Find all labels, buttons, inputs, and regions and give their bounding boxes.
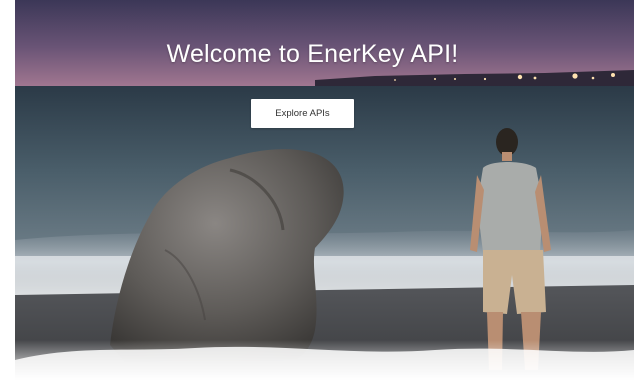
hero-title: Welcome to EnerKey API! — [166, 40, 459, 68]
explore-apis-button[interactable]: Explore APIs — [251, 99, 354, 128]
hero-banner: Welcome to EnerKey API! Explore APIs — [15, 0, 634, 381]
